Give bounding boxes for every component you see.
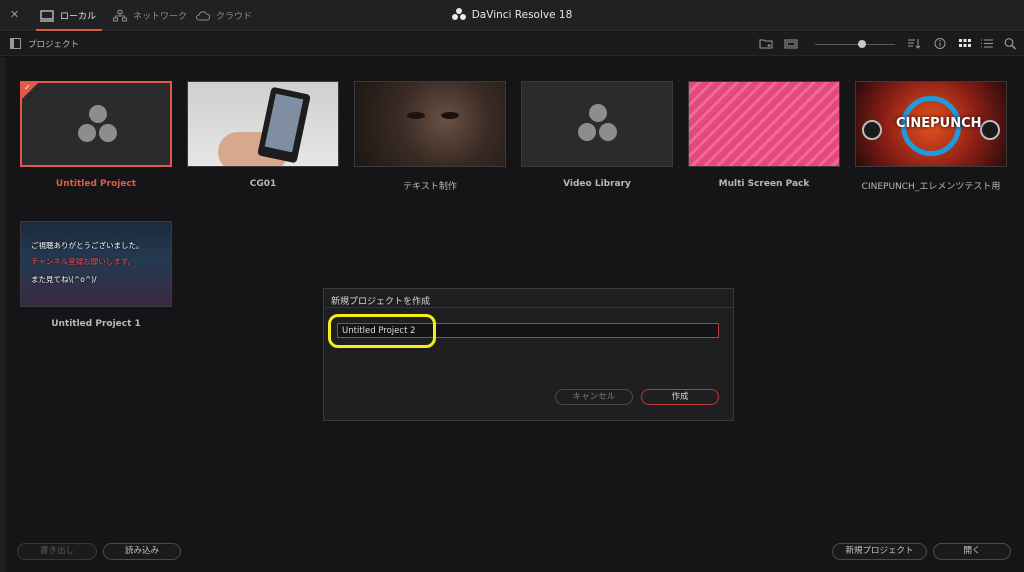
thumbnail-caption: また見てね\(^o^)/: [31, 275, 97, 284]
project-thumbnail: ✓: [20, 81, 172, 167]
project-card[interactable]: CINEPUNCH CINEPUNCH_エレメンツテスト用: [855, 81, 1007, 192]
project-thumbnail: [688, 81, 840, 167]
zoom-slider-knob[interactable]: [858, 40, 866, 48]
zoom-slider-track[interactable]: [815, 44, 895, 45]
project-card[interactable]: Video Library: [521, 81, 673, 189]
project-card[interactable]: CG01: [187, 81, 339, 189]
thumbnail-caption: ご視聴ありがとうございました。: [31, 241, 144, 250]
project-name: テキスト制作: [403, 182, 457, 192]
project-name: Untitled Project: [55, 179, 137, 189]
project-thumbnail: [521, 81, 673, 167]
project-name: CG01: [249, 179, 277, 189]
new-project-button[interactable]: 新規プロジェクト: [832, 543, 927, 560]
project-name: CINEPUNCH_エレメンツテスト用: [861, 182, 1001, 192]
app-title-text: DaVinci Resolve 18: [471, 8, 573, 21]
project-thumbnail: [187, 81, 339, 167]
toolbar-title: プロジェクト: [28, 40, 80, 50]
title-bar: ✕ ローカル ネットワーク クラウド DaVinci Resolve 18: [0, 0, 1024, 31]
cancel-button[interactable]: キャンセル: [555, 389, 633, 405]
project-name: Untitled Project 1: [51, 319, 141, 329]
media-icon[interactable]: [784, 37, 798, 50]
project-thumbnail: [354, 81, 506, 167]
sidebar-toggle-icon[interactable]: [10, 38, 21, 49]
new-project-dialog: 新規プロジェクトを作成 キャンセル 作成: [323, 288, 734, 421]
thumbnail-caption: チャンネル登録お願いします。: [31, 257, 136, 266]
thumbnail-title: CINEPUNCH: [896, 116, 982, 131]
project-thumbnail: CINEPUNCH: [855, 81, 1007, 167]
open-button[interactable]: 開く: [933, 543, 1011, 560]
project-thumbnail: ご視聴ありがとうございました。 チャンネル登録お願いします。 また見てね\(^o…: [20, 221, 172, 307]
resolve-logo-icon: [451, 8, 466, 21]
create-button[interactable]: 作成: [641, 389, 719, 405]
app-title: DaVinci Resolve 18: [0, 8, 1024, 21]
new-folder-icon[interactable]: [759, 37, 773, 50]
list-view-icon[interactable]: [980, 37, 994, 50]
check-icon: ✓: [24, 83, 31, 92]
import-button[interactable]: 読み込み: [103, 543, 181, 560]
project-card[interactable]: ✓ Untitled Project: [20, 81, 172, 189]
project-card[interactable]: ご視聴ありがとうございました。 チャンネル登録お願いします。 また見てね\(^o…: [20, 221, 172, 329]
project-card[interactable]: Multi Screen Pack: [688, 81, 840, 189]
resolve-logo-icon: [578, 104, 618, 142]
resolve-logo-icon: [78, 105, 118, 143]
project-card[interactable]: テキスト制作: [354, 81, 506, 192]
project-name: Video Library: [563, 179, 631, 189]
grid-view-icon[interactable]: [958, 37, 972, 50]
export-button[interactable]: 書き出し: [17, 543, 97, 560]
project-name: Multi Screen Pack: [718, 179, 810, 189]
dialog-title: 新規プロジェクトを作成: [324, 289, 733, 308]
sort-icon[interactable]: [907, 37, 921, 50]
project-toolbar: プロジェクト: [0, 32, 1024, 56]
info-icon[interactable]: [933, 37, 947, 50]
project-name-input[interactable]: [337, 323, 719, 338]
search-icon[interactable]: [1003, 37, 1017, 50]
